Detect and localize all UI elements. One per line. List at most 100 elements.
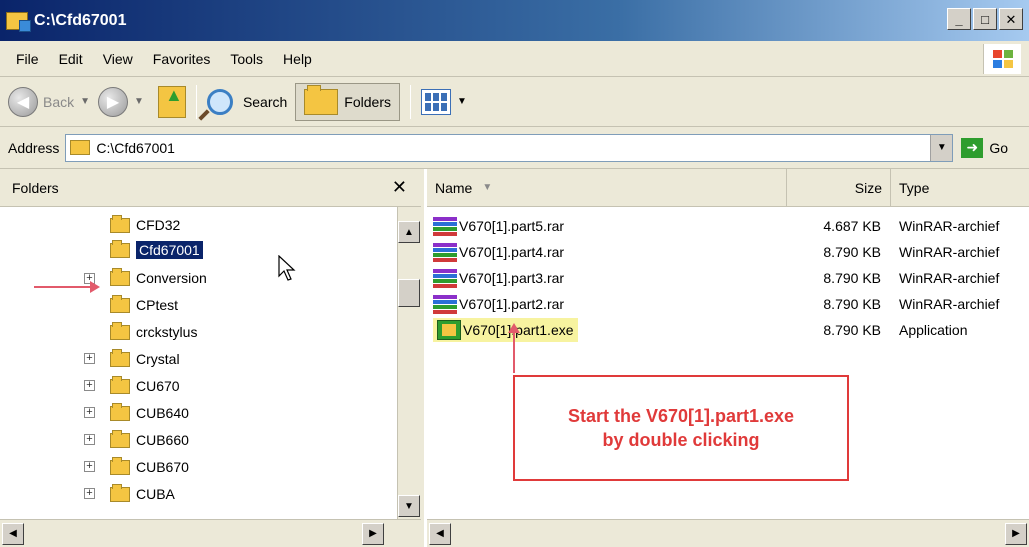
back-arrow-icon[interactable]: ◀: [8, 86, 38, 117]
search-button-label[interactable]: Search: [243, 94, 287, 110]
go-arrow-icon: ➜: [961, 137, 984, 158]
folders-button[interactable]: Folders: [295, 82, 400, 121]
search-icon[interactable]: [206, 88, 233, 115]
folder-icon: [110, 239, 130, 258]
file-size: 8.790 KB: [823, 296, 881, 312]
scroll-right-icon[interactable]: ▶: [1005, 522, 1027, 545]
menu-file[interactable]: File: [6, 51, 49, 67]
tree-item-cu670[interactable]: CU670: [110, 374, 180, 398]
file-row[interactable]: V670[1].part4.rar 8.790 KB WinRAR-archie…: [427, 239, 1029, 265]
maximize-button[interactable]: □: [973, 8, 997, 30]
tree-item-label: CUBA: [136, 486, 175, 502]
column-header-name[interactable]: Name ▼: [427, 169, 787, 206]
go-label: Go: [989, 139, 1009, 156]
tree-item-cfd32[interactable]: CFD32: [110, 213, 180, 237]
folder-icon: [110, 267, 130, 286]
file-name: V670[1].part3.rar: [459, 270, 565, 286]
scroll-down-icon[interactable]: ▼: [398, 495, 420, 517]
tree-item-label: CUB640: [136, 405, 189, 421]
tree-item-crckstylus[interactable]: crckstylus: [110, 320, 197, 344]
tree-item-cub670[interactable]: CUB670: [110, 455, 189, 479]
tree-item-label: CPtest: [136, 297, 179, 313]
folder-icon: [110, 348, 130, 367]
tree-item-cub660[interactable]: CUB660: [110, 428, 189, 452]
address-input[interactable]: C:\Cfd67001 ▼: [65, 133, 954, 162]
folders-pane-header: Folders ✕: [0, 169, 421, 207]
file-size: 8.790 KB: [823, 322, 881, 338]
tree-item-cuba[interactable]: CUBA: [110, 482, 175, 506]
menu-view[interactable]: View: [93, 51, 143, 67]
folders-button-label: Folders: [344, 93, 391, 110]
menu-bar: File Edit View Favorites Tools Help: [0, 41, 1029, 77]
scroll-thumb[interactable]: [398, 279, 420, 307]
tree-item-crystal[interactable]: Crystal: [110, 347, 180, 371]
file-name: V670[1].part5.rar: [459, 218, 565, 234]
column-header-type[interactable]: Type: [891, 169, 1029, 206]
annotation-arrow: [34, 281, 100, 293]
expand-icon[interactable]: +: [84, 461, 95, 472]
menu-favorites[interactable]: Favorites: [143, 51, 221, 67]
expand-icon[interactable]: +: [84, 353, 95, 364]
tree-item-cptest[interactable]: CPtest: [110, 293, 178, 317]
folders-pane: Folders ✕ CFD32 Cfd67001 + Conversion CP…: [0, 169, 424, 547]
file-size: 4.687 KB: [823, 218, 881, 234]
column-headers: Name ▼ Size Type: [427, 169, 1029, 207]
close-button[interactable]: ✕: [999, 8, 1023, 30]
address-dropdown-icon[interactable]: ▼: [930, 134, 953, 161]
file-type: WinRAR-archief: [899, 218, 1000, 234]
expand-icon[interactable]: +: [84, 434, 95, 445]
file-name-cell: V670[1].part4.rar: [427, 242, 787, 262]
files-pane: Name ▼ Size Type V670[1].part5.rar 4.687…: [427, 169, 1029, 547]
tree-item-label: crckstylus: [136, 324, 198, 340]
files-horizontal-scrollbar[interactable]: ◀ ▶: [427, 519, 1029, 547]
title-bar: C:\Cfd67001 _ □ ✕: [0, 0, 1029, 41]
folder-icon: [110, 375, 130, 394]
views-dropdown-icon[interactable]: ▼: [457, 96, 467, 107]
expand-icon[interactable]: +: [84, 380, 95, 391]
menu-edit[interactable]: Edit: [49, 51, 93, 67]
folders-horizontal-scrollbar[interactable]: ◀ ▶: [0, 519, 421, 547]
file-type: WinRAR-archief: [899, 296, 1000, 312]
tree-item-label: CFD32: [136, 217, 181, 233]
back-dropdown-icon[interactable]: ▼: [80, 96, 90, 107]
up-folder-icon[interactable]: [157, 85, 186, 118]
file-size: 8.790 KB: [823, 244, 881, 260]
scroll-left-icon[interactable]: ◀: [429, 522, 451, 545]
scroll-track[interactable]: [26, 522, 360, 545]
back-button-label[interactable]: Back: [43, 94, 74, 110]
minimize-button[interactable]: _: [947, 8, 971, 30]
window-title: C:\Cfd67001: [34, 11, 127, 29]
folder-icon: [110, 294, 130, 313]
folder-icon: [110, 321, 130, 340]
menu-help[interactable]: Help: [273, 51, 322, 67]
column-header-label: Size: [854, 179, 882, 196]
file-name-cell: V670[1].part3.rar: [427, 268, 787, 288]
file-size: 8.790 KB: [823, 270, 881, 286]
annotation-callout: Start the V670[1].part1.exe by double cl…: [513, 375, 849, 481]
tree-item-cfd67001[interactable]: Cfd67001: [110, 238, 203, 262]
expand-icon[interactable]: +: [84, 488, 95, 499]
file-row[interactable]: V670[1].part2.rar 8.790 KB WinRAR-archie…: [427, 291, 1029, 317]
scroll-up-icon[interactable]: ▲: [398, 221, 420, 243]
folders-vertical-scrollbar[interactable]: ▲ ▼: [397, 207, 421, 519]
file-type: WinRAR-archief: [899, 270, 1000, 286]
file-row[interactable]: V670[1].part3.rar 8.790 KB WinRAR-archie…: [427, 265, 1029, 291]
folder-icon: [70, 140, 91, 155]
scroll-right-icon[interactable]: ▶: [362, 522, 384, 545]
address-bar: Address C:\Cfd67001 ▼ ➜ Go: [0, 127, 1029, 169]
menu-tools[interactable]: Tools: [220, 51, 273, 67]
forward-dropdown-icon[interactable]: ▼: [134, 96, 144, 107]
folder-tree: CFD32 Cfd67001 + Conversion CPtest crcks…: [0, 207, 421, 519]
file-row[interactable]: V670[1].part5.rar 4.687 KB WinRAR-archie…: [427, 213, 1029, 239]
tree-item-cub640[interactable]: CUB640: [110, 401, 189, 425]
views-icon[interactable]: [420, 88, 451, 115]
forward-arrow-icon[interactable]: ▶: [98, 86, 129, 117]
go-button[interactable]: ➜ Go: [961, 137, 1009, 158]
file-name-cell: V670[1].part2.rar: [427, 294, 787, 314]
expand-icon[interactable]: +: [84, 407, 95, 418]
scroll-left-icon[interactable]: ◀: [2, 522, 24, 545]
close-pane-icon[interactable]: ✕: [392, 177, 407, 198]
tree-item-conversion[interactable]: Conversion: [110, 266, 207, 290]
annotation-text: Start the V670[1].part1.exe by double cl…: [567, 406, 795, 450]
column-header-size[interactable]: Size: [787, 169, 891, 206]
